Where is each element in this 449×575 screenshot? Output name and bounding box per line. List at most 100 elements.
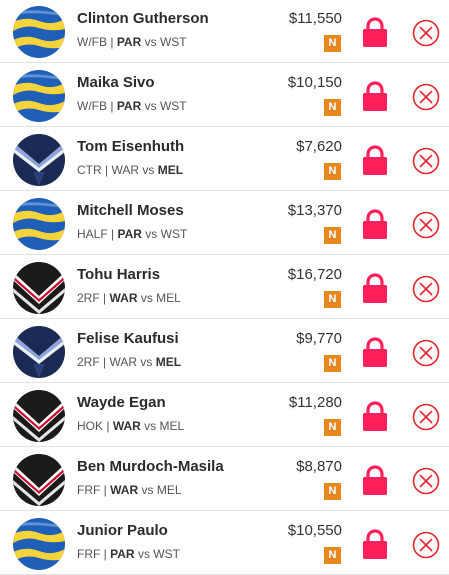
lock-icon[interactable] xyxy=(362,81,388,111)
remove-player-button[interactable] xyxy=(412,83,440,111)
lock-icon[interactable] xyxy=(362,145,388,175)
player-team: WAR xyxy=(112,419,141,433)
player-name[interactable]: Maika Sivo xyxy=(77,74,155,91)
player-team: PAR xyxy=(116,35,142,49)
player-price: $10,550 xyxy=(287,522,342,539)
separator: | xyxy=(103,291,107,305)
remove-player-button[interactable] xyxy=(412,339,440,367)
remove-player-button[interactable] xyxy=(412,147,440,175)
opponent-team: WST xyxy=(159,35,187,49)
player-info: W/FB | PAR vs WST xyxy=(77,35,187,49)
remove-player-button[interactable] xyxy=(412,467,440,495)
player-position: FRF xyxy=(77,483,101,497)
player-list: Clinton Gutherson W/FB | PAR vs WST $11,… xyxy=(0,0,449,575)
opponent-team: MEL xyxy=(156,483,182,497)
player-name[interactable]: Felise Kaufusi xyxy=(77,330,179,347)
player-team: WAR xyxy=(110,483,139,497)
player-name[interactable]: Ben Murdoch-Masila xyxy=(77,458,224,475)
eels-logo-icon xyxy=(13,198,65,250)
player-row[interactable]: Tohu Harris 2RF | WAR vs MEL $16,720 N xyxy=(0,256,449,319)
lock-icon[interactable] xyxy=(362,209,388,239)
player-position: 2RF xyxy=(77,355,100,369)
separator: | xyxy=(110,99,114,113)
new-badge: N xyxy=(324,227,341,244)
lock-icon[interactable] xyxy=(362,465,388,495)
player-team: PAR xyxy=(117,227,142,241)
player-position: W/FB xyxy=(77,99,107,113)
player-position: FRF xyxy=(77,547,101,561)
player-team: PAR xyxy=(110,547,135,561)
opponent-team: WST xyxy=(159,99,187,113)
close-icon[interactable] xyxy=(412,83,440,111)
warriors-logo-icon xyxy=(13,390,65,442)
eels-logo-graphic xyxy=(13,6,65,58)
player-price: $16,720 xyxy=(287,266,342,283)
versus-label: vs xyxy=(144,99,157,113)
separator: | xyxy=(110,35,114,49)
player-position: 2RF xyxy=(77,291,100,305)
close-icon[interactable] xyxy=(412,339,440,367)
opponent-team: WST xyxy=(153,547,180,561)
new-badge: N xyxy=(324,547,341,564)
remove-player-button[interactable] xyxy=(412,275,440,303)
player-team: PAR xyxy=(116,99,142,113)
remove-player-button[interactable] xyxy=(412,211,440,239)
remove-player-button[interactable] xyxy=(412,531,440,559)
player-row[interactable]: Ben Murdoch-Masila FRF | WAR vs MEL $8,8… xyxy=(0,448,449,511)
close-icon[interactable] xyxy=(412,19,440,47)
player-row[interactable]: Junior Paulo FRF | PAR vs WST $10,550 N xyxy=(0,512,449,575)
separator: | xyxy=(105,163,109,177)
close-icon[interactable] xyxy=(412,467,440,495)
lock-icon[interactable] xyxy=(362,401,388,431)
lock-icon[interactable] xyxy=(362,273,388,303)
close-icon[interactable] xyxy=(412,403,440,431)
remove-player-button[interactable] xyxy=(412,403,440,431)
player-info: 2RF | WAR vs MEL xyxy=(77,355,181,369)
eels-logo-icon xyxy=(13,6,65,58)
player-name[interactable]: Clinton Gutherson xyxy=(77,10,209,27)
lock-icon[interactable] xyxy=(362,17,388,47)
new-badge: N xyxy=(324,483,341,500)
remove-player-button[interactable] xyxy=(412,19,440,47)
close-icon[interactable] xyxy=(412,275,440,303)
player-price: $13,370 xyxy=(287,202,342,219)
close-icon[interactable] xyxy=(412,147,440,175)
player-info: FRF | PAR vs WST xyxy=(77,547,180,561)
player-info: CTR | WAR vs MEL xyxy=(77,163,183,177)
versus-label: vs xyxy=(137,547,150,561)
lock-icon[interactable] xyxy=(362,337,388,367)
player-price: $7,620 xyxy=(296,138,342,155)
new-badge: N xyxy=(324,163,341,180)
player-info: HOK | WAR vs MEL xyxy=(77,419,184,433)
player-price: $8,870 xyxy=(296,458,342,475)
new-badge: N xyxy=(324,355,341,372)
player-row[interactable]: Felise Kaufusi 2RF | WAR vs MEL $9,770 N xyxy=(0,320,449,383)
player-name[interactable]: Mitchell Moses xyxy=(77,202,184,219)
player-name[interactable]: Tohu Harris xyxy=(77,266,160,283)
player-info: W/FB | PAR vs WST xyxy=(77,99,187,113)
player-row[interactable]: Wayde Egan HOK | WAR vs MEL $11,280 N xyxy=(0,384,449,447)
player-name[interactable]: Junior Paulo xyxy=(77,522,168,539)
close-icon[interactable] xyxy=(412,531,440,559)
player-info: HALF | PAR vs WST xyxy=(77,227,187,241)
versus-label: vs xyxy=(144,35,157,49)
player-row[interactable]: Mitchell Moses HALF | PAR vs WST $13,370… xyxy=(0,192,449,255)
opponent-team: MEL xyxy=(155,355,182,369)
opponent-team: MEL xyxy=(159,419,185,433)
player-row[interactable]: Tom Eisenhuth CTR | WAR vs MEL $7,620 N xyxy=(0,128,449,191)
player-team: WAR xyxy=(109,355,138,369)
opponent-team: MEL xyxy=(157,163,184,177)
player-row[interactable]: Clinton Gutherson W/FB | PAR vs WST $11,… xyxy=(0,0,449,63)
player-info: FRF | WAR vs MEL xyxy=(77,483,182,497)
eels-logo-icon xyxy=(13,518,65,570)
lock-icon[interactable] xyxy=(362,529,388,559)
player-position: W/FB xyxy=(77,35,107,49)
versus-label: vs xyxy=(142,163,155,177)
close-icon[interactable] xyxy=(412,211,440,239)
player-position: HALF xyxy=(77,227,108,241)
player-name[interactable]: Tom Eisenhuth xyxy=(77,138,184,155)
separator: | xyxy=(103,483,107,497)
player-row[interactable]: Maika Sivo W/FB | PAR vs WST $10,150 N xyxy=(0,64,449,127)
separator: | xyxy=(106,419,110,433)
player-name[interactable]: Wayde Egan xyxy=(77,394,166,411)
